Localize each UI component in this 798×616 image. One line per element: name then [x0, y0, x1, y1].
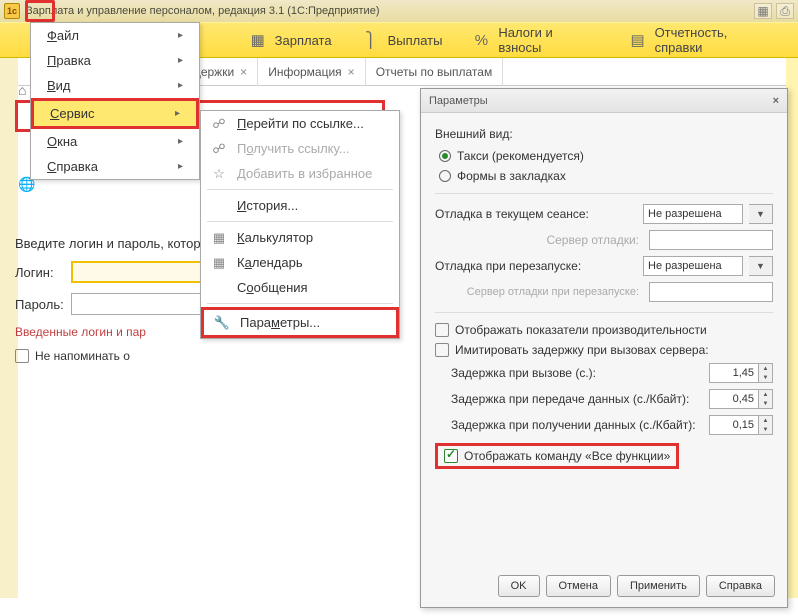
- delay-send-label: Задержка при передаче данных (с./Кбайт):: [435, 392, 709, 406]
- close-icon[interactable]: ×: [240, 65, 247, 79]
- debug-session-label: Отладка в текущем сеансе:: [435, 207, 637, 221]
- checkbox: [435, 323, 449, 337]
- debug-server-restart-label: Сервер отладки при перезапуске:: [435, 286, 643, 298]
- menu-file[interactable]: Файл▸: [31, 23, 199, 48]
- password-label: Пароль:: [15, 297, 65, 312]
- menu-calculator[interactable]: ▦Калькулятор: [201, 225, 399, 250]
- spinner[interactable]: ▲▼: [759, 363, 773, 383]
- window-title: Зарплата и управление персоналом, редакц…: [26, 5, 379, 17]
- wrench-icon: 🔧: [214, 315, 230, 331]
- debug-server-label: Сервер отладки:: [435, 233, 643, 247]
- apply-button[interactable]: Применить: [617, 575, 700, 597]
- remind-checkbox[interactable]: [15, 349, 29, 363]
- debug-server-input[interactable]: [649, 230, 773, 250]
- dialog-title: Параметры: [429, 95, 488, 107]
- remind-label: Не напоминать о: [35, 349, 130, 363]
- all-functions-label: Отображать команду «Все функции»: [464, 449, 670, 463]
- ribbon-payments[interactable]: ⎫Выплаты: [362, 32, 443, 48]
- ribbon-salary[interactable]: ▦Зарплата: [249, 32, 332, 48]
- doc-icon: ▤: [629, 32, 647, 48]
- menu-calendar[interactable]: ▦Календарь: [201, 250, 399, 275]
- menu-parameters[interactable]: 🔧Параметры...: [204, 310, 396, 335]
- menu-edit[interactable]: Правка▸: [31, 48, 199, 73]
- percent-icon: %: [472, 32, 490, 48]
- separator: [207, 221, 393, 222]
- dialog-titlebar[interactable]: Параметры ×: [421, 89, 787, 113]
- menu-history[interactable]: История...: [201, 193, 399, 218]
- delay-recv-label: Задержка при получении данных (с./Кбайт)…: [435, 418, 709, 432]
- radio-taxi[interactable]: Такси (рекомендуется): [435, 149, 773, 163]
- chevron-down-icon[interactable]: ▼: [749, 256, 773, 276]
- ribbon-taxes[interactable]: %Налоги и взносы: [472, 25, 598, 55]
- wallet-icon: ⎫: [362, 32, 380, 48]
- menu-messages[interactable]: Сообщения: [201, 275, 399, 300]
- calendar-icon: ▦: [211, 255, 227, 271]
- spinner[interactable]: ▲▼: [759, 415, 773, 435]
- radio-icon: [439, 150, 451, 162]
- perf-checkbox-row[interactable]: Отображать показатели производительности: [435, 323, 773, 337]
- main-menu: Файл▸ Правка▸ Вид▸ Сервис▸ Окна▸ Справка…: [30, 22, 200, 180]
- menu-add-favorite: ☆Добавить в избранное: [201, 161, 399, 186]
- tab-info[interactable]: Информация×: [258, 58, 366, 86]
- calc-icon: ▦: [211, 230, 227, 246]
- titlebar-print-icon[interactable]: ⎙: [776, 3, 794, 19]
- cancel-button[interactable]: Отмена: [546, 575, 611, 597]
- close-icon[interactable]: ×: [348, 65, 355, 79]
- separator: [207, 189, 393, 190]
- service-submenu: ☍Перейти по ссылке... ☍Получить ссылку..…: [200, 110, 400, 339]
- separator: [207, 303, 393, 304]
- spinner[interactable]: ▲▼: [759, 389, 773, 409]
- all-functions-checkbox[interactable]: [444, 449, 458, 463]
- debug-restart-combo[interactable]: Не разрешена: [643, 256, 743, 276]
- close-icon[interactable]: ×: [773, 95, 779, 107]
- appearance-label: Внешний вид:: [435, 127, 773, 141]
- table-icon: ▦: [249, 32, 267, 48]
- chevron-down-icon[interactable]: ▼: [749, 204, 773, 224]
- menu-windows[interactable]: Окна▸: [31, 129, 199, 154]
- delay-call-input[interactable]: 1,45: [709, 363, 759, 383]
- app-icon: 1c: [4, 3, 20, 19]
- ok-button[interactable]: OK: [498, 575, 540, 597]
- debug-restart-label: Отладка при перезапуске:: [435, 259, 637, 273]
- menu-service[interactable]: Сервис▸: [34, 101, 196, 126]
- parameters-dialog: Параметры × Внешний вид: Такси (рекоменд…: [420, 88, 788, 608]
- highlight-all-functions: Отображать команду «Все функции»: [435, 443, 679, 469]
- delay-call-label: Задержка при вызове (с.):: [435, 366, 709, 380]
- radio-icon: [439, 170, 451, 182]
- delay-recv-input[interactable]: 0,15: [709, 415, 759, 435]
- home-icon[interactable]: ⌂: [18, 82, 26, 98]
- titlebar: 1c Зарплата и управление персоналом, ред…: [0, 0, 798, 22]
- debug-server-restart-input[interactable]: [649, 282, 773, 302]
- login-label: Логин:: [15, 265, 65, 280]
- ribbon-reports[interactable]: ▤Отчетность, справки: [629, 25, 778, 55]
- menu-get-link: ☍Получить ссылку...: [201, 136, 399, 161]
- debug-session-combo[interactable]: Не разрешена: [643, 204, 743, 224]
- checkbox: [435, 343, 449, 357]
- tab-reports[interactable]: Отчеты по выплатам: [366, 58, 504, 86]
- star-icon: ☆: [211, 166, 227, 182]
- link-icon: ☍: [211, 116, 227, 132]
- titlebar-tool-icon[interactable]: ▦: [754, 3, 772, 19]
- help-button[interactable]: Справка: [706, 575, 775, 597]
- radio-tabs[interactable]: Формы в закладках: [435, 169, 773, 183]
- link-icon: ☍: [211, 141, 227, 157]
- menu-view[interactable]: Вид▸: [31, 73, 199, 98]
- menu-help[interactable]: Справка▸: [31, 154, 199, 179]
- delay-send-input[interactable]: 0,45: [709, 389, 759, 409]
- delay-checkbox-row[interactable]: Имитировать задержку при вызовах сервера…: [435, 343, 773, 357]
- menu-goto-link[interactable]: ☍Перейти по ссылке...: [201, 111, 399, 136]
